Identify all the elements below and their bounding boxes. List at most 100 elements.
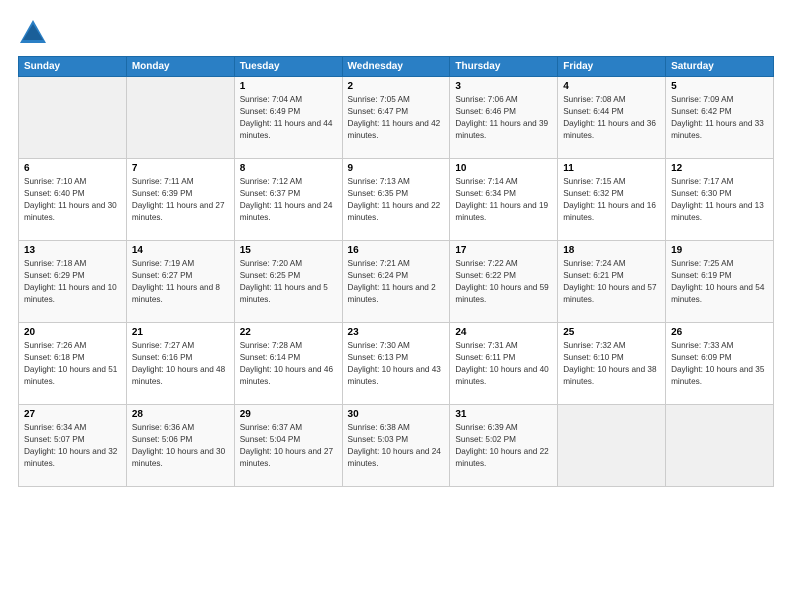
day-number: 19 bbox=[671, 245, 768, 256]
day-number: 10 bbox=[455, 163, 552, 174]
logo bbox=[18, 18, 52, 46]
day-info: Sunrise: 6:36 AM Sunset: 5:06 PM Dayligh… bbox=[132, 422, 229, 470]
day-number: 23 bbox=[348, 327, 445, 338]
day-number: 15 bbox=[240, 245, 337, 256]
day-header-friday: Friday bbox=[558, 57, 666, 77]
day-info: Sunrise: 7:25 AM Sunset: 6:19 PM Dayligh… bbox=[671, 258, 768, 306]
day-info: Sunrise: 7:14 AM Sunset: 6:34 PM Dayligh… bbox=[455, 176, 552, 224]
calendar-cell: 17 Sunrise: 7:22 AM Sunset: 6:22 PM Dayli… bbox=[450, 241, 558, 323]
calendar-cell: 2 Sunrise: 7:05 AM Sunset: 6:47 PM Daylig… bbox=[342, 77, 450, 159]
calendar-cell: 29 Sunrise: 6:37 AM Sunset: 5:04 PM Dayli… bbox=[234, 405, 342, 487]
calendar-cell: 19 Sunrise: 7:25 AM Sunset: 6:19 PM Dayli… bbox=[666, 241, 774, 323]
day-number: 7 bbox=[132, 163, 229, 174]
day-number: 8 bbox=[240, 163, 337, 174]
day-number: 22 bbox=[240, 327, 337, 338]
calendar-cell: 22 Sunrise: 7:28 AM Sunset: 6:14 PM Dayli… bbox=[234, 323, 342, 405]
day-number: 24 bbox=[455, 327, 552, 338]
day-info: Sunrise: 7:12 AM Sunset: 6:37 PM Dayligh… bbox=[240, 176, 337, 224]
calendar-table: SundayMondayTuesdayWednesdayThursdayFrid… bbox=[18, 56, 774, 487]
day-info: Sunrise: 7:17 AM Sunset: 6:30 PM Dayligh… bbox=[671, 176, 768, 224]
logo-icon bbox=[18, 18, 48, 46]
calendar-cell: 15 Sunrise: 7:20 AM Sunset: 6:25 PM Dayli… bbox=[234, 241, 342, 323]
day-info: Sunrise: 6:39 AM Sunset: 5:02 PM Dayligh… bbox=[455, 422, 552, 470]
day-header-sunday: Sunday bbox=[19, 57, 127, 77]
day-number: 29 bbox=[240, 409, 337, 420]
day-number: 26 bbox=[671, 327, 768, 338]
day-info: Sunrise: 7:28 AM Sunset: 6:14 PM Dayligh… bbox=[240, 340, 337, 388]
day-number: 20 bbox=[24, 327, 121, 338]
calendar-cell: 30 Sunrise: 6:38 AM Sunset: 5:03 PM Dayli… bbox=[342, 405, 450, 487]
day-info: Sunrise: 7:30 AM Sunset: 6:13 PM Dayligh… bbox=[348, 340, 445, 388]
calendar-cell bbox=[666, 405, 774, 487]
calendar-cell: 6 Sunrise: 7:10 AM Sunset: 6:40 PM Daylig… bbox=[19, 159, 127, 241]
calendar-cell: 14 Sunrise: 7:19 AM Sunset: 6:27 PM Dayli… bbox=[126, 241, 234, 323]
day-number: 14 bbox=[132, 245, 229, 256]
day-info: Sunrise: 7:18 AM Sunset: 6:29 PM Dayligh… bbox=[24, 258, 121, 306]
calendar-cell: 27 Sunrise: 6:34 AM Sunset: 5:07 PM Dayli… bbox=[19, 405, 127, 487]
day-info: Sunrise: 7:10 AM Sunset: 6:40 PM Dayligh… bbox=[24, 176, 121, 224]
page-header bbox=[18, 18, 774, 46]
day-number: 17 bbox=[455, 245, 552, 256]
day-number: 11 bbox=[563, 163, 660, 174]
day-number: 27 bbox=[24, 409, 121, 420]
day-header-monday: Monday bbox=[126, 57, 234, 77]
day-number: 31 bbox=[455, 409, 552, 420]
day-info: Sunrise: 7:33 AM Sunset: 6:09 PM Dayligh… bbox=[671, 340, 768, 388]
day-info: Sunrise: 7:20 AM Sunset: 6:25 PM Dayligh… bbox=[240, 258, 337, 306]
day-info: Sunrise: 7:08 AM Sunset: 6:44 PM Dayligh… bbox=[563, 94, 660, 142]
day-info: Sunrise: 7:15 AM Sunset: 6:32 PM Dayligh… bbox=[563, 176, 660, 224]
day-number: 25 bbox=[563, 327, 660, 338]
calendar-cell: 23 Sunrise: 7:30 AM Sunset: 6:13 PM Dayli… bbox=[342, 323, 450, 405]
calendar-cell: 7 Sunrise: 7:11 AM Sunset: 6:39 PM Daylig… bbox=[126, 159, 234, 241]
calendar-cell: 8 Sunrise: 7:12 AM Sunset: 6:37 PM Daylig… bbox=[234, 159, 342, 241]
day-number: 13 bbox=[24, 245, 121, 256]
calendar-cell: 12 Sunrise: 7:17 AM Sunset: 6:30 PM Dayli… bbox=[666, 159, 774, 241]
day-info: Sunrise: 7:05 AM Sunset: 6:47 PM Dayligh… bbox=[348, 94, 445, 142]
calendar-cell: 10 Sunrise: 7:14 AM Sunset: 6:34 PM Dayli… bbox=[450, 159, 558, 241]
day-info: Sunrise: 7:26 AM Sunset: 6:18 PM Dayligh… bbox=[24, 340, 121, 388]
calendar-cell: 4 Sunrise: 7:08 AM Sunset: 6:44 PM Daylig… bbox=[558, 77, 666, 159]
day-info: Sunrise: 6:37 AM Sunset: 5:04 PM Dayligh… bbox=[240, 422, 337, 470]
day-info: Sunrise: 6:34 AM Sunset: 5:07 PM Dayligh… bbox=[24, 422, 121, 470]
calendar-cell: 16 Sunrise: 7:21 AM Sunset: 6:24 PM Dayli… bbox=[342, 241, 450, 323]
day-number: 3 bbox=[455, 81, 552, 92]
calendar-cell: 21Sunrise: 7:27 AM Sunset: 6:16 PM Dayli… bbox=[126, 323, 234, 405]
calendar-cell bbox=[126, 77, 234, 159]
day-info: Sunrise: 7:32 AM Sunset: 6:10 PM Dayligh… bbox=[563, 340, 660, 388]
day-info: Sunrise: 7:31 AM Sunset: 6:11 PM Dayligh… bbox=[455, 340, 552, 388]
day-info: Sunrise: 7:13 AM Sunset: 6:35 PM Dayligh… bbox=[348, 176, 445, 224]
day-info: Sunrise: 7:19 AM Sunset: 6:27 PM Dayligh… bbox=[132, 258, 229, 306]
day-header-wednesday: Wednesday bbox=[342, 57, 450, 77]
day-number: 1 bbox=[240, 81, 337, 92]
calendar-cell: 26 Sunrise: 7:33 AM Sunset: 6:09 PM Dayli… bbox=[666, 323, 774, 405]
day-header-thursday: Thursday bbox=[450, 57, 558, 77]
day-number: 4 bbox=[563, 81, 660, 92]
day-info: Sunrise: 7:22 AM Sunset: 6:22 PM Dayligh… bbox=[455, 258, 552, 306]
day-number: 16 bbox=[348, 245, 445, 256]
day-number: 2 bbox=[348, 81, 445, 92]
day-number: 6 bbox=[24, 163, 121, 174]
day-header-saturday: Saturday bbox=[666, 57, 774, 77]
calendar-cell: 1Sunrise: 7:04 AM Sunset: 6:49 PM Daylig… bbox=[234, 77, 342, 159]
calendar-cell: 24 Sunrise: 7:31 AM Sunset: 6:11 PM Dayli… bbox=[450, 323, 558, 405]
day-info: Sunrise: 7:11 AM Sunset: 6:39 PM Dayligh… bbox=[132, 176, 229, 224]
day-number: 21 bbox=[132, 327, 229, 338]
day-info: Sunrise: 7:24 AM Sunset: 6:21 PM Dayligh… bbox=[563, 258, 660, 306]
calendar-cell: 28 Sunrise: 6:36 AM Sunset: 5:06 PM Dayli… bbox=[126, 405, 234, 487]
day-number: 30 bbox=[348, 409, 445, 420]
day-number: 28 bbox=[132, 409, 229, 420]
day-header-tuesday: Tuesday bbox=[234, 57, 342, 77]
calendar-cell: 31 Sunrise: 6:39 AM Sunset: 5:02 PM Dayli… bbox=[450, 405, 558, 487]
day-info: Sunrise: 7:09 AM Sunset: 6:42 PM Dayligh… bbox=[671, 94, 768, 142]
day-info: Sunrise: 6:38 AM Sunset: 5:03 PM Dayligh… bbox=[348, 422, 445, 470]
calendar-cell: 3 Sunrise: 7:06 AM Sunset: 6:46 PM Daylig… bbox=[450, 77, 558, 159]
calendar-cell bbox=[19, 77, 127, 159]
calendar-cell: 11 Sunrise: 7:15 AM Sunset: 6:32 PM Dayli… bbox=[558, 159, 666, 241]
calendar-cell: 13 Sunrise: 7:18 AM Sunset: 6:29 PM Dayli… bbox=[19, 241, 127, 323]
calendar-cell: 5Sunrise: 7:09 AM Sunset: 6:42 PM Daylig… bbox=[666, 77, 774, 159]
day-number: 12 bbox=[671, 163, 768, 174]
day-info: Sunrise: 7:21 AM Sunset: 6:24 PM Dayligh… bbox=[348, 258, 445, 306]
day-info: Sunrise: 7:06 AM Sunset: 6:46 PM Dayligh… bbox=[455, 94, 552, 142]
calendar-cell bbox=[558, 405, 666, 487]
day-number: 18 bbox=[563, 245, 660, 256]
